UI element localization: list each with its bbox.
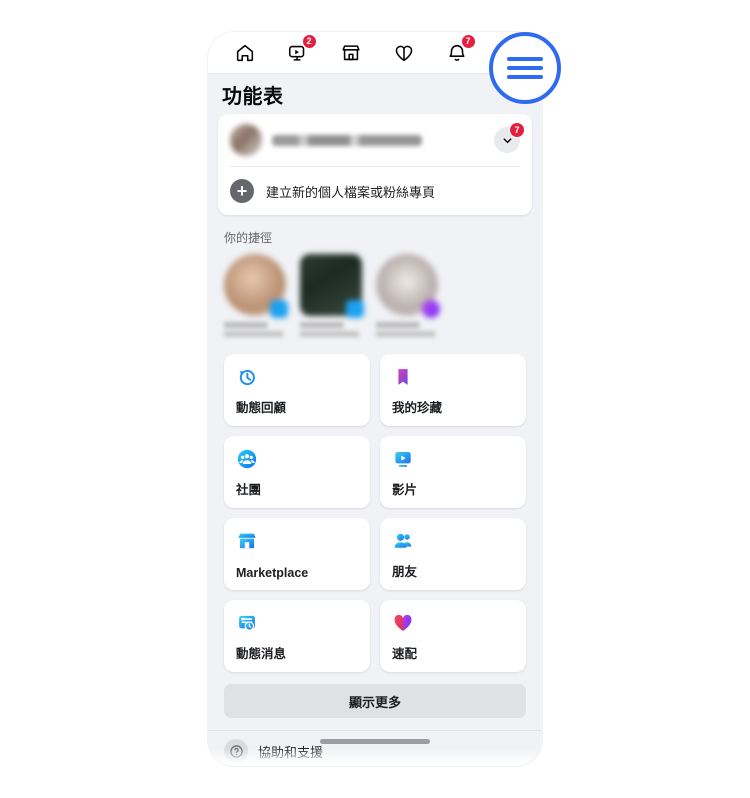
- shortcut-caption: [224, 322, 286, 340]
- tile-dating[interactable]: 速配: [380, 600, 526, 672]
- dating-heart-icon: [392, 610, 514, 636]
- tile-label: 動態回顧: [236, 401, 287, 415]
- create-profile-row[interactable]: + 建立新的個人檔案或粉絲專頁: [218, 167, 532, 215]
- saved-bookmark-icon: [392, 364, 514, 390]
- shortcut-item[interactable]: [300, 254, 364, 340]
- shortcut-thumbnail: [376, 254, 440, 318]
- tile-friends[interactable]: 朋友: [380, 518, 526, 590]
- friends-icon: [392, 528, 514, 554]
- shortcut-caption: [300, 322, 362, 340]
- groups-icon: [236, 446, 358, 472]
- notifications-badge: 7: [460, 33, 476, 49]
- tile-feeds[interactable]: 動態消息: [224, 600, 370, 672]
- video-badge: 2: [301, 33, 317, 49]
- plus-icon: +: [230, 179, 254, 203]
- profile-badge: 7: [509, 122, 525, 138]
- tile-marketplace[interactable]: Marketplace: [224, 518, 370, 590]
- shortcut-app-badge-icon: [270, 300, 288, 318]
- nav-home[interactable]: [226, 37, 264, 69]
- home-icon: [234, 42, 256, 64]
- home-indicator: [320, 739, 430, 744]
- phone-frame: 2 7 功能表 7 + 建立新的個人檔案或粉絲專頁 你的捷徑 動態回顧 我的珍藏…: [208, 32, 542, 766]
- page-title: 功能表: [222, 85, 284, 108]
- tile-saved[interactable]: 我的珍藏: [380, 354, 526, 426]
- nav-video[interactable]: 2: [279, 33, 317, 69]
- nav-marketplace[interactable]: [332, 37, 370, 69]
- hamburger-highlight-ring[interactable]: [489, 32, 561, 104]
- marketplace-icon: [340, 42, 362, 64]
- show-more-button[interactable]: 顯示更多: [224, 684, 526, 718]
- shortcut-thumbnail: [224, 254, 288, 318]
- feeds-icon: [236, 610, 358, 636]
- tile-label: Marketplace: [236, 566, 309, 580]
- shortcuts-list: [218, 254, 532, 354]
- shortcut-item[interactable]: [376, 254, 440, 340]
- shortcut-item[interactable]: [224, 254, 288, 340]
- screenshot-root: 2 7 功能表 7 + 建立新的個人檔案或粉絲專頁 你的捷徑 動態回顧 我的珍藏…: [0, 0, 750, 798]
- marketplace-icon: [236, 528, 358, 554]
- profile-name: [272, 134, 422, 146]
- tile-label: 我的珍藏: [392, 401, 443, 415]
- help-and-support-row[interactable]: 協助和支援: [208, 730, 542, 766]
- bottom-fade: [208, 748, 542, 766]
- tile-label: 速配: [392, 647, 418, 661]
- nav-dating[interactable]: [385, 37, 423, 69]
- tile-memories[interactable]: 動態回顧: [224, 354, 370, 426]
- menu-scroll-area: 7 + 建立新的個人檔案或粉絲專頁 你的捷徑 動態回顧 我的珍藏 社團 影片 M…: [208, 114, 542, 718]
- hamburger-icon: [507, 52, 543, 84]
- shortcut-app-badge-icon: [346, 300, 364, 318]
- avatar: [230, 124, 262, 156]
- video-icon: [392, 446, 514, 472]
- tile-groups[interactable]: 社團: [224, 436, 370, 508]
- tile-label: 動態消息: [236, 647, 287, 661]
- profile-row[interactable]: 7: [218, 114, 532, 166]
- memories-icon: [236, 364, 358, 390]
- shortcut-thumbnail: [300, 254, 364, 318]
- create-profile-label: 建立新的個人檔案或粉絲專頁: [266, 184, 436, 200]
- tile-label: 朋友: [392, 565, 418, 579]
- shortcut-caption: [376, 322, 438, 340]
- profile-expand-wrapper[interactable]: 7: [494, 122, 525, 153]
- tile-label: 影片: [392, 483, 418, 497]
- menu-tile-grid: 動態回顧 我的珍藏 社團 影片 Marketplace 朋友 動態消息 速配: [218, 354, 532, 672]
- tile-label: 社團: [236, 483, 262, 497]
- nav-notifications[interactable]: 7: [438, 33, 476, 69]
- tile-video[interactable]: 影片: [380, 436, 526, 508]
- dating-heart-icon: [393, 42, 415, 64]
- shortcuts-title: 你的捷徑: [224, 231, 273, 245]
- shortcut-app-badge-icon: [422, 300, 440, 318]
- profile-card: 7 + 建立新的個人檔案或粉絲專頁: [218, 114, 532, 215]
